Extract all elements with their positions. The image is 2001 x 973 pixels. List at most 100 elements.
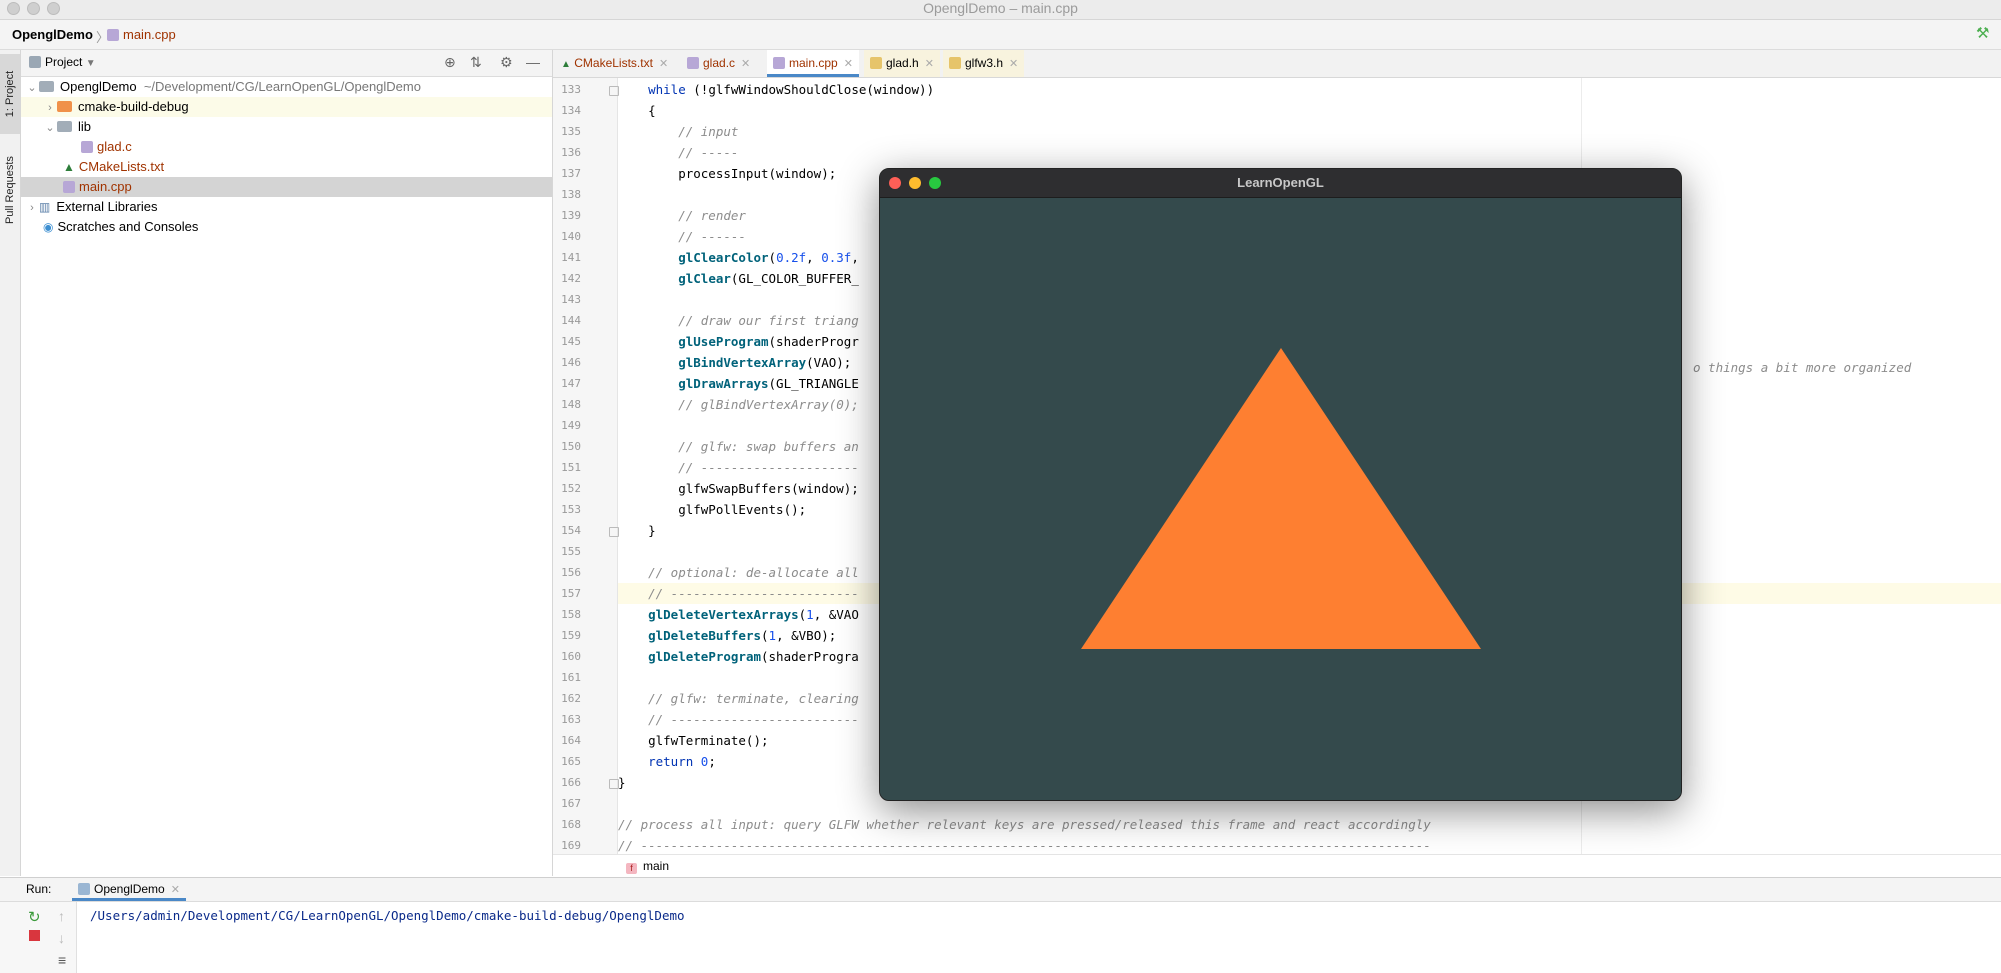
line-number: 133 [561, 83, 581, 96]
build-hammer-icon[interactable]: ⚒ [1976, 24, 1989, 42]
header-file-icon [870, 57, 882, 69]
chevron-right-icon[interactable]: › [43, 98, 57, 118]
line-number: 155 [561, 545, 581, 558]
close-icon[interactable]: ✕ [844, 58, 853, 70]
breadcrumb-file[interactable]: main.cpp [107, 27, 176, 42]
project-panel-header: Project ▼ ⊕ ⇅ ⚙ — [21, 50, 552, 77]
chevron-down-icon: ▼ [85, 58, 96, 69]
scroll-down-icon[interactable]: ↓ [58, 930, 65, 946]
hide-panel-icon[interactable]: — [526, 54, 540, 70]
menu-icon[interactable]: ≡ [58, 952, 66, 968]
editor-breadcrumb: f main [553, 854, 2001, 877]
line-number: 144 [561, 314, 581, 327]
tree-item-cmake-build-debug[interactable]: › cmake-build-debug [21, 97, 552, 117]
tab-label: glfw3.h [965, 56, 1004, 70]
tree-item-glad-c[interactable]: glad.c [21, 137, 552, 157]
close-icon[interactable]: ✕ [171, 884, 180, 896]
code-line[interactable]: { [618, 100, 2001, 121]
folder-icon [39, 81, 54, 92]
line-number: 154 [561, 524, 581, 537]
function-icon: f [626, 863, 637, 874]
tree-item-label: main.cpp [79, 179, 132, 194]
pull-requests-tool-tab[interactable]: Pull Requests [0, 150, 20, 230]
line-number: 137 [561, 167, 581, 180]
cpp-file-icon [773, 57, 785, 69]
opengl-canvas [880, 198, 1681, 800]
line-number-gutter: 133 134 135 136 137 138 139 140 141 142 143 144 145 1… [553, 78, 619, 854]
project-tool-tab[interactable]: 1: Project [0, 54, 20, 134]
tab-glad-c[interactable]: glad.c ✕ [681, 50, 756, 77]
line-number: 151 [561, 461, 581, 474]
run-panel-header: Run: OpenglDemo ✕ [0, 878, 2001, 902]
code-line[interactable]: // -------------------------------------… [618, 835, 2001, 854]
tree-item-scratches[interactable]: ◉ Scratches and Consoles [21, 217, 552, 237]
scroll-up-icon[interactable]: ↑ [58, 908, 65, 924]
tab-main-cpp[interactable]: main.cpp ✕ [767, 50, 859, 77]
tree-item-label: Scratches and Consoles [57, 219, 199, 234]
folder-icon [57, 101, 72, 112]
code-line[interactable]: // ----- [618, 142, 2001, 163]
line-number: 159 [561, 629, 581, 642]
line-number: 165 [561, 755, 581, 768]
run-panel: Run: OpenglDemo ✕ ↻ ↑ ↓ ≡ /Users/admin/De… [0, 877, 2001, 973]
header-file-icon [949, 57, 961, 69]
tree-item-main-cpp[interactable]: main.cpp [21, 177, 552, 197]
code-line[interactable]: // input [618, 121, 2001, 142]
line-number: 135 [561, 125, 581, 138]
tree-item-label: OpenglDemo [60, 79, 137, 94]
close-icon[interactable]: ✕ [741, 58, 750, 70]
learnopengl-window[interactable]: LearnOpenGL [879, 168, 1682, 801]
tree-item-label: External Libraries [56, 199, 158, 214]
tree-item-lib[interactable]: ⌄ lib [21, 117, 552, 137]
tab-glad-h[interactable]: glad.h ✕ [864, 50, 940, 77]
window-title-bar: OpenglDemo – main.cpp [0, 0, 2001, 20]
run-label: Run: [26, 882, 52, 896]
line-number: 149 [561, 419, 581, 432]
tree-item-external-libraries[interactable]: › ▥ External Libraries [21, 197, 552, 217]
tab-label: glad.h [886, 56, 919, 70]
tree-item-label: glad.c [97, 139, 132, 154]
breadcrumb-project[interactable]: OpenglDemo [12, 27, 93, 42]
close-icon[interactable]: ✕ [925, 58, 934, 70]
tree-item-root[interactable]: ⌄ OpenglDemo ~/Development/CG/LearnOpenGL… [21, 77, 552, 97]
code-line[interactable]: // process all input: query GLFW whether… [618, 814, 2001, 835]
line-number: 152 [561, 482, 581, 495]
c-file-icon [687, 57, 699, 69]
gear-icon[interactable]: ⚙ [500, 54, 513, 71]
line-number: 140 [561, 230, 581, 243]
stop-icon[interactable] [29, 930, 40, 941]
chevron-down-icon[interactable]: ⌄ [25, 78, 39, 98]
rerun-icon[interactable]: ↻ [28, 908, 41, 926]
window-title: OpenglDemo – main.cpp [923, 0, 1078, 16]
line-number: 161 [561, 671, 581, 684]
tab-cmakelists[interactable]: ▲ CMakeLists.txt ✕ [555, 50, 674, 77]
breadcrumb-function-label: main [643, 859, 670, 873]
close-icon[interactable]: ✕ [659, 58, 668, 70]
close-icon[interactable]: ✕ [1009, 58, 1018, 70]
project-view-selector[interactable]: Project ▼ [29, 55, 96, 69]
line-number: 142 [561, 272, 581, 285]
line-number: 143 [561, 293, 581, 306]
run-toolbar: ↻ ↑ ↓ ≡ [0, 902, 77, 973]
line-number: 146 [561, 356, 581, 369]
line-number: 166 [561, 776, 581, 789]
run-config-label: OpenglDemo [94, 882, 165, 896]
line-number: 164 [561, 734, 581, 747]
code-line[interactable]: while (!glfwWindowShouldClose(window)) [618, 79, 2001, 100]
cpp-file-icon [107, 29, 119, 41]
c-file-icon [81, 141, 93, 153]
breadcrumb-function[interactable]: f main [626, 855, 669, 877]
breadcrumb-file-label: main.cpp [123, 27, 176, 42]
run-output-text: /Users/admin/Development/CG/LearnOpenGL/… [90, 908, 685, 923]
project-panel-title: Project [45, 55, 83, 69]
locate-file-icon[interactable]: ⊕ [444, 54, 456, 71]
run-config-tab[interactable]: OpenglDemo ✕ [72, 878, 186, 901]
chevron-right-icon[interactable]: › [25, 198, 39, 218]
collapse-all-icon[interactable]: ⇅ [470, 54, 482, 71]
tab-glfw3-h[interactable]: glfw3.h ✕ [943, 50, 1025, 77]
chevron-down-icon[interactable]: ⌄ [43, 118, 57, 138]
tree-item-cmakelists[interactable]: ▲ CMakeLists.txt [21, 157, 552, 177]
tab-label: main.cpp [789, 56, 838, 70]
run-config-icon [78, 883, 90, 895]
tree-item-path: ~/Development/CG/LearnOpenGL/OpenglDemo [143, 79, 421, 94]
